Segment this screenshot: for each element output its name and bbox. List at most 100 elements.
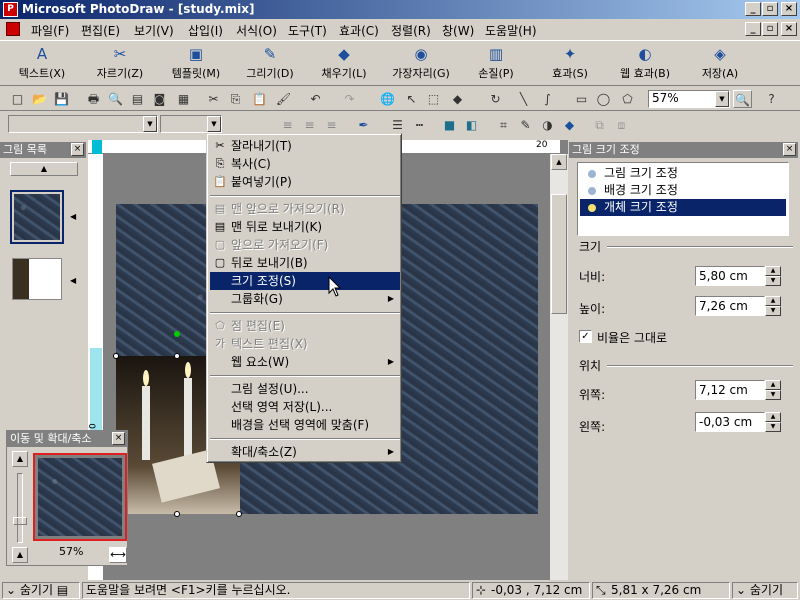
thumbnail-2[interactable] xyxy=(12,258,62,300)
outline-button[interactable]: ◉ 가장자리(G) xyxy=(384,43,458,85)
vertical-scrollbar[interactable]: ▲ xyxy=(550,154,568,580)
menu-edit[interactable]: 편집(E) xyxy=(76,21,125,40)
group-icon[interactable]: ⧉ xyxy=(590,116,609,134)
scroll-thumb[interactable] xyxy=(551,194,567,314)
undo-icon[interactable]: ↶ xyxy=(306,90,325,108)
ctx-bring-forward[interactable]: ▢ 앞으로 가져오기(F) xyxy=(210,236,400,254)
zoom-in-icon[interactable]: ▲ xyxy=(12,451,28,467)
rotate-icon[interactable]: ↻ xyxy=(486,90,505,108)
navigator-preview[interactable] xyxy=(33,453,127,541)
width-field[interactable]: 5,80 cm xyxy=(695,266,765,286)
menu-tools[interactable]: 도구(T) xyxy=(283,21,332,40)
color-icon[interactable]: ◆ xyxy=(560,116,579,134)
print-icon[interactable]: 🖶 xyxy=(84,90,103,108)
ctx-edit-points[interactable]: ⬠ 점 편집(E) xyxy=(210,317,400,335)
option-object-resize[interactable]: 개체 크기 조정 xyxy=(580,199,786,216)
spin-up-icon[interactable]: ▲ xyxy=(765,296,781,306)
effects-button[interactable]: ✦ 효과(S) xyxy=(538,43,602,85)
ctx-cut[interactable]: ✂ 잘라내기(T) xyxy=(210,137,400,155)
image-icon[interactable]: ▦ xyxy=(174,90,193,108)
align-center-icon[interactable]: ≡ xyxy=(300,116,319,134)
dash-style-icon[interactable]: ┅ xyxy=(410,116,429,134)
align-right-icon[interactable]: ≡ xyxy=(322,116,341,134)
height-spinner[interactable]: ▲ ▼ xyxy=(765,296,781,316)
ctx-group[interactable]: 그룹화(G) ▶ xyxy=(210,290,400,308)
doc-close-button[interactable]: × xyxy=(781,22,797,36)
width-spinner[interactable]: ▲ ▼ xyxy=(765,266,781,286)
option-background-resize[interactable]: 배경 크기 조정 xyxy=(580,182,786,199)
rectangle-icon[interactable]: ▭ xyxy=(572,90,591,108)
crop-button[interactable]: ✂ 자르기(Z) xyxy=(88,43,152,85)
save-icon[interactable]: 💾 xyxy=(52,90,71,108)
line-icon[interactable]: ╲ xyxy=(514,90,533,108)
resize-handle[interactable] xyxy=(236,511,242,517)
font-size-select[interactable]: ▼ xyxy=(160,115,222,133)
scan-icon[interactable]: ▤ xyxy=(128,90,147,108)
ctx-picture-setup[interactable]: 그림 설정(U)... xyxy=(210,380,400,398)
cut-icon[interactable]: ✂ xyxy=(204,90,223,108)
scroll-up-button[interactable]: ▲ xyxy=(10,162,78,176)
close-button[interactable]: × xyxy=(781,2,797,16)
spin-down-icon[interactable]: ▼ xyxy=(765,422,781,432)
redo-icon[interactable]: ↷ xyxy=(340,90,359,108)
ctx-web-elements[interactable]: 웹 요소(W) ▶ xyxy=(210,353,400,371)
print-preview-icon[interactable]: 🔍 xyxy=(106,90,125,108)
resize-handle[interactable] xyxy=(174,511,180,517)
zoom-icon[interactable]: 🔍 xyxy=(733,90,752,108)
document-icon[interactable] xyxy=(6,22,20,36)
paste-icon[interactable]: 📋 xyxy=(250,90,269,108)
3d-icon[interactable]: ◧ xyxy=(462,116,481,134)
top-position-spinner[interactable]: ▲ ▼ xyxy=(765,380,781,400)
hide-left-toggle[interactable]: ⌄ 숨기기 ▤ xyxy=(2,582,80,599)
save-button[interactable]: ◈ 저장(A) xyxy=(690,43,750,85)
draw-button[interactable]: ✎ 그리기(D) xyxy=(238,43,302,85)
hide-right-toggle[interactable]: ⌄ 숨기기 xyxy=(732,582,798,599)
curve-icon[interactable]: ∫ xyxy=(538,90,557,108)
ctx-fit-background[interactable]: 배경을 선택 영역에 맞춤(F) xyxy=(210,416,400,434)
left-position-field[interactable]: -0,03 cm xyxy=(695,412,765,432)
spin-down-icon[interactable]: ▼ xyxy=(765,306,781,316)
option-picture-resize[interactable]: 그림 크기 조정 xyxy=(580,165,786,182)
ctx-send-backward[interactable]: ▢ 뒤로 보내기(B) xyxy=(210,254,400,272)
spin-down-icon[interactable]: ▼ xyxy=(765,390,781,400)
close-icon[interactable]: × xyxy=(112,432,125,445)
menu-file[interactable]: 파일(F) xyxy=(26,21,74,40)
pen-icon[interactable]: ✒ xyxy=(354,116,373,134)
pointer-icon[interactable]: ↖ xyxy=(402,90,421,108)
open-icon[interactable]: 📂 xyxy=(30,90,49,108)
close-icon[interactable]: × xyxy=(783,143,796,156)
left-position-spinner[interactable]: ▲ ▼ xyxy=(765,412,781,432)
font-select[interactable]: ▼ xyxy=(8,115,158,133)
web-icon[interactable]: 🌐 xyxy=(378,90,397,108)
menu-format[interactable]: 서식(O) xyxy=(231,21,282,40)
spin-up-icon[interactable]: ▲ xyxy=(765,266,781,276)
shape-icon[interactable]: ⬠ xyxy=(618,90,637,108)
spin-up-icon[interactable]: ▲ xyxy=(765,380,781,390)
height-field[interactable]: 7,26 cm xyxy=(695,296,765,316)
spin-down-icon[interactable]: ▼ xyxy=(765,276,781,286)
app-icon[interactable]: P xyxy=(3,2,18,17)
ctx-save-selection[interactable]: 선택 영역 저장(L)... xyxy=(210,398,400,416)
menu-insert[interactable]: 삽입(I) xyxy=(183,21,228,40)
ctx-paste[interactable]: 📋 붙여넣기(P) xyxy=(210,173,400,191)
spin-up-icon[interactable]: ▲ xyxy=(765,412,781,422)
zoom-out-icon[interactable]: ▲ xyxy=(12,547,28,563)
menu-window[interactable]: 창(W) xyxy=(437,21,479,40)
templates-button[interactable]: ▣ 템플릿(M) xyxy=(163,43,229,85)
ungroup-icon[interactable]: ⧈ xyxy=(612,116,631,134)
align-left-icon[interactable]: ≡ xyxy=(278,116,297,134)
thumbnail-1[interactable] xyxy=(10,190,64,244)
scroll-up-arrow-icon[interactable]: ▲ xyxy=(551,154,567,170)
zoom-select[interactable]: 57% ▼ xyxy=(648,90,730,108)
menu-view[interactable]: 보기(V) xyxy=(129,21,179,40)
ctx-copy[interactable]: ⎘ 복사(C) xyxy=(210,155,400,173)
web-effects-button[interactable]: ◐ 웹 효과(B) xyxy=(610,43,680,85)
zoom-slider[interactable] xyxy=(17,473,23,543)
resize-handle[interactable] xyxy=(113,353,119,359)
resize-handle[interactable] xyxy=(174,353,180,359)
doc-restore-button[interactable]: ▫ xyxy=(762,22,778,36)
copy-icon[interactable]: ⎘ xyxy=(226,90,245,108)
line-style-icon[interactable]: ☰ xyxy=(388,116,407,134)
crop-tool-icon[interactable]: ⌗ xyxy=(494,116,513,134)
ctx-resize[interactable]: 크기 조정(S) xyxy=(210,272,400,290)
